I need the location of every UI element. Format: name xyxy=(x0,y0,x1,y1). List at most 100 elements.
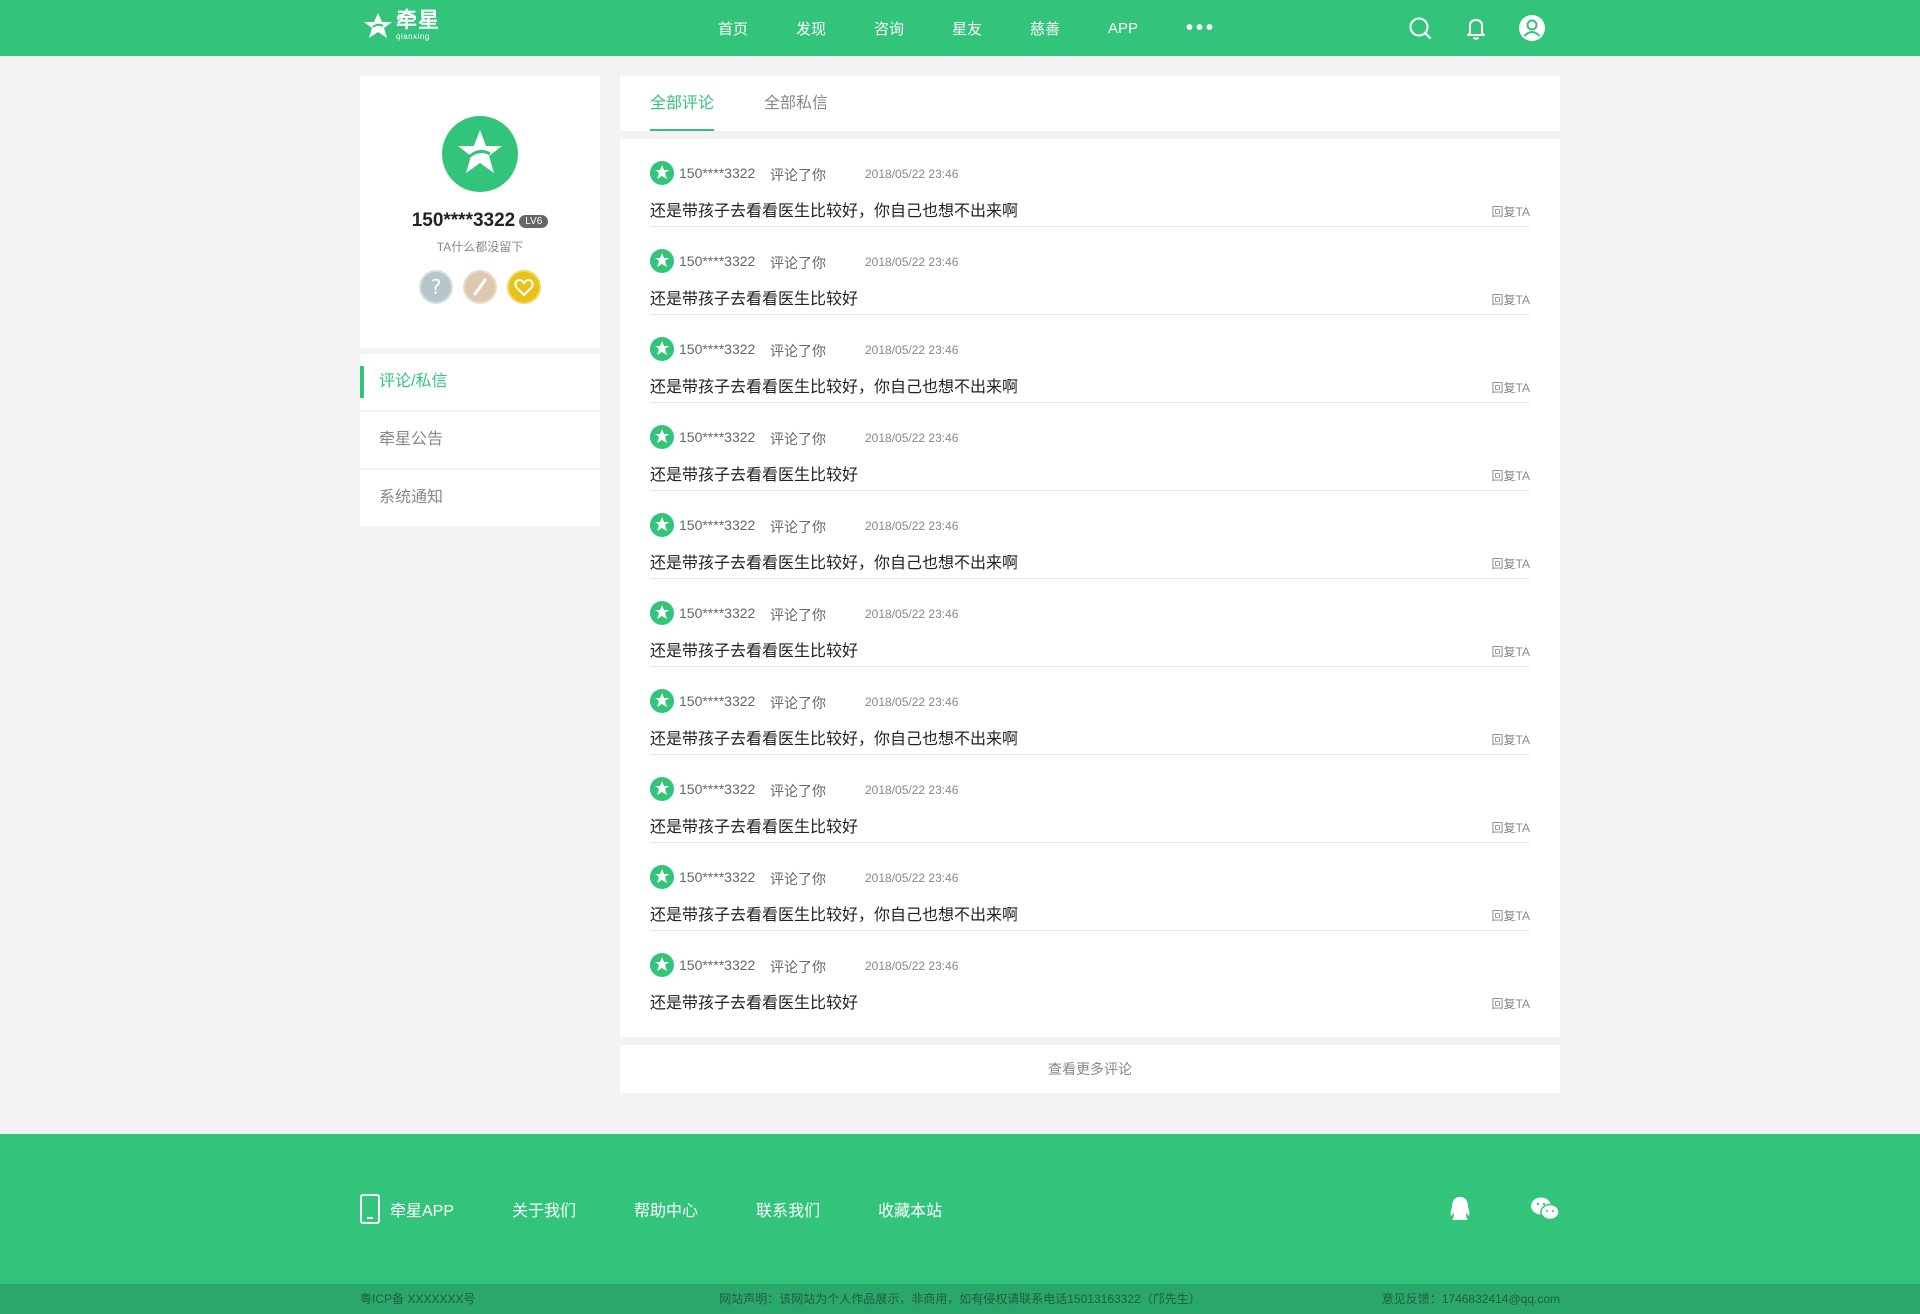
comment-item: 150****3322 评论了你 2018/05/22 23:46 还是带孩子去看看医… xyxy=(650,755,1530,843)
pen-badge-icon[interactable] xyxy=(463,270,497,304)
comment-text: 还是带孩子去看看医生比较好 xyxy=(650,467,859,484)
comment-item: 150****3322 评论了你 2018/05/22 23:46 还是带孩子去看看医… xyxy=(650,931,1530,1019)
profile-bio: TA什么都没留下 xyxy=(436,240,524,254)
logo-subtitle: qianxing xyxy=(396,32,430,41)
footer-bottom-bar: 网站声明：该网站为个人作品展示，非商用，如有侵权请联系电话15013163322… xyxy=(0,1284,1920,1314)
comment-avatar[interactable] xyxy=(650,953,674,977)
comment-item: 150****3322 评论了你 2018/05/22 23:46 还是带孩子去看看医… xyxy=(650,139,1530,227)
nav-charity[interactable]: 慈善 xyxy=(1006,18,1084,39)
footer-link-help[interactable]: 帮助中心 xyxy=(634,1197,698,1221)
comment-user[interactable]: 150****3322 xyxy=(679,781,755,797)
avatar[interactable] xyxy=(442,116,518,192)
site-logo[interactable]: 牵星 qianxing xyxy=(362,10,440,42)
reply-button[interactable]: 回复TA xyxy=(1492,731,1530,748)
search-icon[interactable] xyxy=(1406,14,1434,42)
reply-button[interactable]: 回复TA xyxy=(1492,291,1530,308)
menu-item-announcements[interactable]: 牵星公告 xyxy=(360,412,600,468)
footer-link-about[interactable]: 关于我们 xyxy=(512,1197,576,1221)
comment-user[interactable]: 150****3322 xyxy=(679,693,755,709)
comment-time: 2018/05/22 23:46 xyxy=(865,695,959,709)
comment-action: 评论了你 xyxy=(770,959,826,975)
footer-link-bookmark[interactable]: 收藏本站 xyxy=(878,1197,942,1221)
comment-avatar[interactable] xyxy=(650,601,674,625)
svg-text:?: ? xyxy=(431,275,442,299)
footer-link-contact[interactable]: 联系我们 xyxy=(756,1197,820,1221)
comment-user[interactable]: 150****3322 xyxy=(679,517,755,533)
comment-action: 评论了你 xyxy=(770,431,826,447)
user-icon[interactable] xyxy=(1518,14,1546,42)
comment-avatar[interactable] xyxy=(650,425,674,449)
wechat-icon[interactable] xyxy=(1530,1196,1560,1222)
level-badge: LV6 xyxy=(519,214,549,228)
comment-avatar[interactable] xyxy=(650,249,674,273)
comment-item: 150****3322 评论了你 2018/05/22 23:46 还是带孩子去看看医… xyxy=(650,403,1530,491)
comment-time: 2018/05/22 23:46 xyxy=(865,431,959,445)
comment-user[interactable]: 150****3322 xyxy=(679,429,755,445)
comment-text: 还是带孩子去看看医生比较好 xyxy=(650,995,859,1012)
badge-list: ? xyxy=(360,270,600,304)
comment-time: 2018/05/22 23:46 xyxy=(865,959,959,973)
star-logo-icon xyxy=(364,13,392,38)
reply-button[interactable]: 回复TA xyxy=(1492,907,1530,924)
comment-action: 评论了你 xyxy=(770,695,826,711)
comment-user[interactable]: 150****3322 xyxy=(679,957,755,973)
comment-user[interactable]: 150****3322 xyxy=(679,869,755,885)
reply-button[interactable]: 回复TA xyxy=(1492,995,1530,1012)
comment-time: 2018/05/22 23:46 xyxy=(865,607,959,621)
nav-discover[interactable]: 发现 xyxy=(772,18,850,39)
reply-button[interactable]: 回复TA xyxy=(1492,819,1530,836)
tab-all-messages[interactable]: 全部私信 xyxy=(764,76,828,131)
tab-bar: 全部评论 全部私信 xyxy=(620,76,1560,131)
qq-icon[interactable] xyxy=(1448,1196,1472,1222)
heart-badge-icon[interactable] xyxy=(507,270,541,304)
site-notice: 网站声明：该网站为个人作品展示，非商用，如有侵权请联系电话15013163322… xyxy=(719,1292,1201,1306)
nav-home[interactable]: 首页 xyxy=(694,18,772,39)
comment-item: 150****3322 评论了你 2018/05/22 23:46 还是带孩子去看看医… xyxy=(650,579,1530,667)
comment-item: 150****3322 评论了你 2018/05/22 23:46 还是带孩子去看看医… xyxy=(650,227,1530,315)
comment-avatar[interactable] xyxy=(650,161,674,185)
nav-consult[interactable]: 咨询 xyxy=(850,18,928,39)
main-nav: 首页 发现 咨询 星友 慈善 APP ••• xyxy=(694,0,1240,56)
comment-list: 150****3322 评论了你 2018/05/22 23:46 还是带孩子去看看医… xyxy=(620,139,1560,1037)
comment-time: 2018/05/22 23:46 xyxy=(865,871,959,885)
comment-action: 评论了你 xyxy=(770,255,826,271)
comment-user[interactable]: 150****3322 xyxy=(679,341,755,357)
comment-avatar[interactable] xyxy=(650,865,674,889)
comment-item: 150****3322 评论了你 2018/05/22 23:46 还是带孩子去看看医… xyxy=(650,315,1530,403)
comment-item: 150****3322 评论了你 2018/05/22 23:46 还是带孩子去看看医… xyxy=(650,667,1530,755)
comment-avatar[interactable] xyxy=(650,689,674,713)
reply-button[interactable]: 回复TA xyxy=(1492,555,1530,572)
comment-text: 还是带孩子去看看医生比较好，你自己也想不出来啊 xyxy=(650,555,1019,572)
comment-item: 150****3322 评论了你 2018/05/22 23:46 还是带孩子去看看医… xyxy=(650,491,1530,579)
bell-icon[interactable] xyxy=(1462,14,1490,42)
comment-text: 还是带孩子去看看医生比较好 xyxy=(650,291,859,308)
menu-item-comments[interactable]: 评论/私信 xyxy=(360,354,600,410)
footer-link-app[interactable]: 牵星APP xyxy=(390,1197,454,1221)
comment-user[interactable]: 150****3322 xyxy=(679,165,755,181)
comment-user[interactable]: 150****3322 xyxy=(679,253,755,269)
nav-friends[interactable]: 星友 xyxy=(928,18,1006,39)
comment-avatar[interactable] xyxy=(650,337,674,361)
comment-action: 评论了你 xyxy=(770,783,826,799)
comment-avatar[interactable] xyxy=(650,513,674,537)
load-more-button[interactable]: 查看更多评论 xyxy=(620,1045,1560,1093)
nav-more-icon[interactable]: ••• xyxy=(1162,17,1240,40)
reply-button[interactable]: 回复TA xyxy=(1492,203,1530,220)
reply-button[interactable]: 回复TA xyxy=(1492,467,1530,484)
comment-text: 还是带孩子去看看医生比较好 xyxy=(650,819,859,836)
question-badge-icon[interactable]: ? xyxy=(419,270,453,304)
icp-number: 粤ICP备 XXXXXXX号 xyxy=(360,1292,476,1306)
comment-user[interactable]: 150****3322 xyxy=(679,605,755,621)
feedback-email[interactable]: 意见反馈：1746832414@qq.com xyxy=(1382,1284,1560,1314)
comment-text: 还是带孩子去看看医生比较好，你自己也想不出来啊 xyxy=(650,379,1019,396)
profile-card: 150****3322 LV6 TA什么都没留下 ? xyxy=(360,76,600,348)
reply-button[interactable]: 回复TA xyxy=(1492,643,1530,660)
comment-action: 评论了你 xyxy=(770,167,826,183)
comment-avatar[interactable] xyxy=(650,777,674,801)
footer: 牵星APP 关于我们 帮助中心 联系我们 收藏本站 xyxy=(0,1134,1920,1284)
nav-app[interactable]: APP xyxy=(1084,20,1162,37)
tab-all-comments[interactable]: 全部评论 xyxy=(650,76,715,131)
menu-item-system-notices[interactable]: 系统通知 xyxy=(360,470,600,526)
profile-name: 150****3322 xyxy=(411,210,516,231)
reply-button[interactable]: 回复TA xyxy=(1492,379,1530,396)
